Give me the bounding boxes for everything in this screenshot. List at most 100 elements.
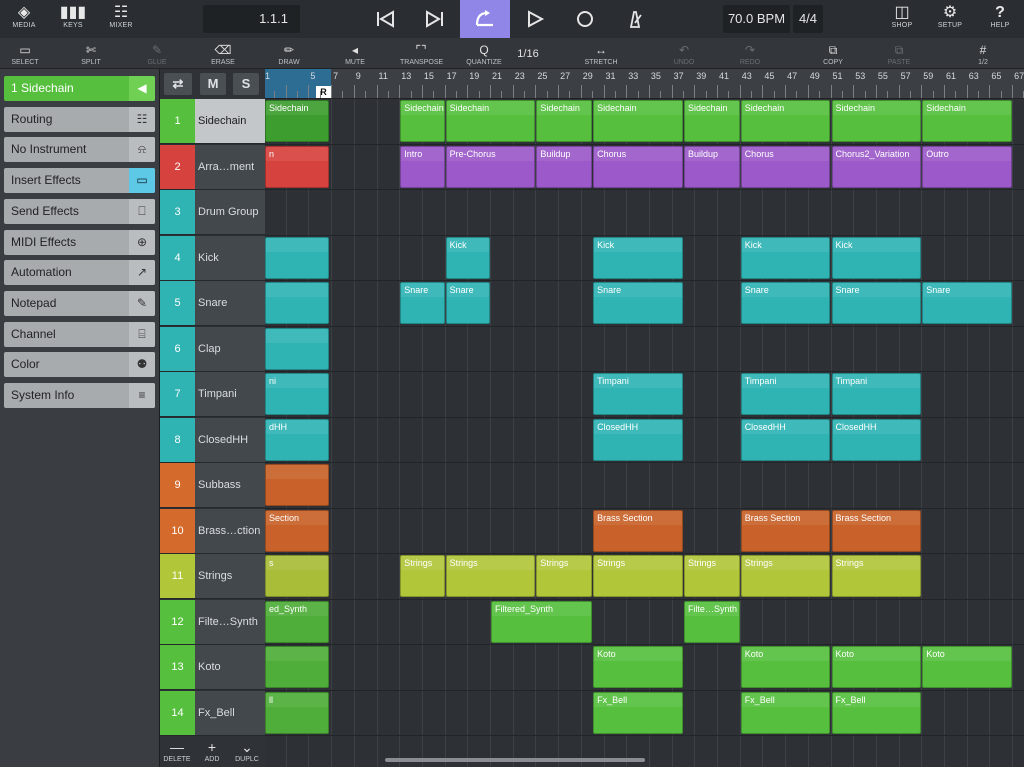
track-header[interactable]: 7 Timpani (160, 372, 265, 417)
loop-end-marker[interactable]: R (316, 86, 331, 98)
mute-tool[interactable]: ◂ MUTE (338, 38, 372, 69)
timeline-ruler[interactable]: R 1 5 7 9 11 13 15 17 19 21 23 25 27 29 31 33 35 37 39 41 43… (265, 69, 1024, 99)
arrangement-clip[interactable]: Sidechain (265, 100, 329, 142)
duplicate-track-button[interactable]: ⌄ DUPLC (230, 738, 264, 763)
arrangement-clip[interactable]: Fx_Bell (593, 691, 683, 734)
arrangement-clip[interactable]: Buildup (536, 145, 593, 188)
inspector-item-routing[interactable]: Routing ☷ (4, 106, 155, 132)
arrangement-clip[interactable]: Kick (831, 236, 922, 279)
arrangement-clip[interactable]: Chorus2_Variation (831, 145, 922, 188)
record-button[interactable] (560, 0, 610, 38)
track-header[interactable]: 1 Sidechain (160, 99, 265, 144)
arrangement-clip[interactable]: Snare (445, 282, 490, 324)
arrangement-clip[interactable]: Strings (740, 555, 831, 597)
track-header[interactable]: 11 Strings (160, 554, 265, 599)
arrangement-clip[interactable]: Sidechain (683, 100, 740, 142)
quantize-value-selector[interactable]: 1/16 (508, 38, 548, 69)
track-options-button[interactable]: ⇄ (164, 73, 192, 95)
draw-tool[interactable]: ✏ DRAW (272, 38, 306, 69)
track-header[interactable]: 6 Clap (160, 326, 265, 372)
inspector-item-insert-effects[interactable]: Insert Effects ▭ (4, 168, 155, 194)
paste-button[interactable]: ⧉ PASTE (882, 38, 916, 69)
inspector-item-channel[interactable]: Channel ⌸ (4, 321, 155, 347)
arrangement-clip[interactable]: Pre-Chorus (445, 145, 536, 188)
position-display[interactable]: 1.1.1 (203, 5, 300, 33)
arrangement-clip[interactable] (265, 236, 329, 279)
delete-track-button[interactable]: — DELETE (160, 738, 194, 763)
undo-button[interactable]: ↶ UNDO (667, 38, 701, 69)
erase-tool[interactable]: ⌫ ERASE (206, 38, 240, 69)
arrangement-clip[interactable]: Timpani (831, 373, 922, 415)
arrangement-clip[interactable]: Chorus (593, 145, 683, 188)
arrangement-clip[interactable]: Filtered_Synth (491, 600, 593, 643)
arrangement-clip[interactable]: n (265, 145, 329, 188)
time-signature-display[interactable]: 4/4 (793, 5, 823, 33)
arrangement-clip[interactable]: Fx_Bell (740, 691, 831, 734)
arrangement-clip[interactable]: Timpani (593, 373, 683, 415)
snap-selector[interactable]: #1/2 (966, 38, 1000, 69)
arrangement-clip[interactable]: Outro (922, 145, 1013, 188)
forward-button[interactable] (410, 0, 460, 38)
glue-tool[interactable]: ✎ GLUE (140, 38, 174, 69)
arrangement-clip[interactable]: Koto (831, 646, 922, 688)
quantize-tool[interactable]: Q QUANTIZE (464, 38, 504, 69)
arrangement-clip[interactable]: ni (265, 373, 329, 415)
arrangement-clip[interactable]: Snare (922, 282, 1013, 324)
arrangement-clip[interactable] (265, 327, 329, 370)
track-header[interactable]: 10 Brass…ction (160, 508, 265, 554)
arrangement-clip[interactable]: Snare (400, 282, 445, 324)
arrangement-clip[interactable]: Sidechain (831, 100, 922, 142)
inspector-item-color[interactable]: Color ⚉ (4, 352, 155, 378)
track-header[interactable]: 9 Subbass (160, 463, 265, 508)
arrangement-clip[interactable]: Kick (593, 236, 683, 279)
arrangement-clip[interactable]: Koto (922, 646, 1013, 688)
arrangement-clip[interactable]: Fx_Bell (831, 691, 922, 734)
add-track-button[interactable]: + ADD (195, 738, 229, 763)
arrangement-clip[interactable]: Strings (400, 555, 445, 597)
arrangement-clip[interactable]: Brass Section (593, 509, 683, 552)
shop-button[interactable]: ◫ SHOP (884, 0, 920, 38)
inspector-item-system-info[interactable]: System Info ≡ (4, 383, 155, 408)
arrangement-clip[interactable]: Kick (740, 236, 831, 279)
loop-button[interactable] (460, 0, 510, 38)
inspector-item-notepad[interactable]: Notepad ✎ (4, 290, 155, 316)
track-header[interactable]: 13 Koto (160, 645, 265, 690)
arrangement-clip[interactable]: ed_Synth (265, 600, 329, 643)
arrangement-area[interactable]: Sidechain Sidechain Sidechain Sidechain Side… (265, 99, 1024, 767)
inspector-item-no-instrument[interactable]: No Instrument ⍾ (4, 137, 155, 163)
media-button[interactable]: ◈ MEDIA (6, 0, 42, 38)
track-header[interactable]: 3 Drum Group (160, 190, 265, 235)
inspector-item-1-sidechain[interactable]: 1 Sidechain ◀ (4, 76, 155, 101)
track-header[interactable]: 8 ClosedHH (160, 417, 265, 463)
arrangement-clip[interactable]: Sidechain (400, 100, 445, 142)
mute-all-button[interactable]: M (200, 73, 226, 95)
arrangement-clip[interactable]: Chorus (740, 145, 831, 188)
track-header[interactable]: 14 Fx_Bell (160, 690, 265, 736)
help-button[interactable]: ? HELP (982, 0, 1018, 38)
arrangement-clip[interactable]: Sidechain (740, 100, 831, 142)
solo-all-button[interactable]: S (233, 73, 259, 95)
setup-button[interactable]: ⚙ SETUP (932, 0, 968, 38)
copy-button[interactable]: ⧉ COPY (816, 38, 850, 69)
arrangement-clip[interactable]: Sidechain (593, 100, 683, 142)
arrangement-clip[interactable]: Sidechain (445, 100, 536, 142)
stretch-tool[interactable]: ↔ STRETCH (580, 38, 622, 69)
arrangement-clip[interactable]: Sidechain (536, 100, 593, 142)
arrangement-clip[interactable] (265, 464, 329, 506)
arrangement-clip[interactable]: Koto (740, 646, 831, 688)
mixer-button[interactable]: ☷ MIXER (103, 0, 139, 38)
select-tool[interactable]: ▭ SELECT (8, 38, 42, 69)
arrangement-clip[interactable]: Filte…Synth (683, 600, 740, 643)
metronome-button[interactable] (610, 0, 660, 38)
arrangement-clip[interactable] (265, 282, 329, 324)
arrangement-clip[interactable]: Timpani (740, 373, 831, 415)
inspector-item-automation[interactable]: Automation ↗ (4, 260, 155, 286)
arrangement-clip[interactable]: Kick (445, 236, 490, 279)
arrangement-clip[interactable]: dHH (265, 418, 329, 461)
arrangement-clip[interactable]: Strings (536, 555, 593, 597)
redo-button[interactable]: ↷ REDO (733, 38, 767, 69)
arrangement-clip[interactable]: ClosedHH (593, 418, 683, 461)
arrangement-clip[interactable]: ClosedHH (740, 418, 831, 461)
arrangement-clip[interactable]: Strings (593, 555, 683, 597)
arrangement-clip[interactable]: Koto (593, 646, 683, 688)
